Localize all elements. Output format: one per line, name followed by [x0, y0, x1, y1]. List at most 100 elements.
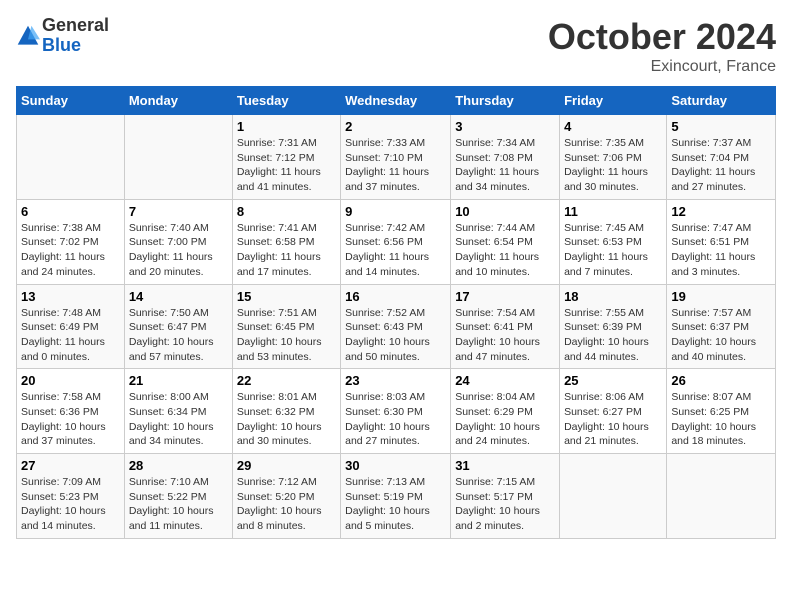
day-number: 8 — [237, 204, 336, 219]
day-info: Sunrise: 7:15 AMSunset: 5:17 PMDaylight:… — [455, 476, 540, 532]
column-header-saturday: Saturday — [667, 87, 776, 115]
day-cell: 13 Sunrise: 7:48 AMSunset: 6:49 PMDayligh… — [17, 284, 125, 369]
location: Exincourt, France — [548, 58, 776, 76]
day-info: Sunrise: 8:06 AMSunset: 6:27 PMDaylight:… — [564, 391, 649, 447]
day-number: 25 — [564, 373, 662, 388]
day-cell: 18Sunrise: 7:55 AMSunset: 6:39 PMDayligh… — [560, 284, 667, 369]
day-cell: 6 Sunrise: 7:38 AMSunset: 7:02 PMDaylight… — [17, 199, 125, 284]
column-header-monday: Monday — [124, 87, 232, 115]
day-cell — [17, 115, 125, 200]
day-cell: 25 Sunrise: 8:06 AMSunset: 6:27 PMDayligh… — [560, 369, 667, 454]
day-cell: 4Sunrise: 7:35 AMSunset: 7:06 PMDaylight… — [560, 115, 667, 200]
day-info: Sunrise: 8:03 AMSunset: 6:30 PMDaylight:… — [345, 391, 430, 447]
day-number: 6 — [21, 204, 120, 219]
logo-blue-text: Blue — [42, 36, 109, 56]
logo: General Blue — [16, 16, 109, 56]
day-number: 20 — [21, 373, 120, 388]
day-number: 4 — [564, 119, 662, 134]
day-info: Sunrise: 8:04 AMSunset: 6:29 PMDaylight:… — [455, 391, 540, 447]
day-info: Sunrise: 7:50 AMSunset: 6:47 PMDaylight:… — [129, 307, 214, 363]
day-number: 14 — [129, 289, 228, 304]
day-number: 16 — [345, 289, 446, 304]
logo-text: General Blue — [42, 16, 109, 56]
week-row-4: 20 Sunrise: 7:58 AMSunset: 6:36 PMDayligh… — [17, 369, 776, 454]
day-cell: 3Sunrise: 7:34 AMSunset: 7:08 PMDaylight… — [451, 115, 560, 200]
day-info: Sunrise: 7:13 AMSunset: 5:19 PMDaylight:… — [345, 476, 430, 532]
day-number: 22 — [237, 373, 336, 388]
day-info: Sunrise: 8:07 AMSunset: 6:25 PMDaylight:… — [671, 391, 756, 447]
day-cell: 5Sunrise: 7:37 AMSunset: 7:04 PMDaylight… — [667, 115, 776, 200]
day-cell — [560, 454, 667, 539]
day-number: 13 — [21, 289, 120, 304]
day-number: 28 — [129, 458, 228, 473]
day-info: Sunrise: 7:48 AMSunset: 6:49 PMDaylight:… — [21, 307, 105, 363]
day-cell: 9Sunrise: 7:42 AMSunset: 6:56 PMDaylight… — [341, 199, 451, 284]
day-info: Sunrise: 7:33 AMSunset: 7:10 PMDaylight:… — [345, 137, 429, 193]
day-cell: 31 Sunrise: 7:15 AMSunset: 5:17 PMDayligh… — [451, 454, 560, 539]
calendar-header-row: SundayMondayTuesdayWednesdayThursdayFrid… — [17, 87, 776, 115]
day-number: 30 — [345, 458, 446, 473]
day-cell: 11 Sunrise: 7:45 AMSunset: 6:53 PMDayligh… — [560, 199, 667, 284]
column-header-sunday: Sunday — [17, 87, 125, 115]
day-number: 26 — [671, 373, 771, 388]
day-info: Sunrise: 7:55 AMSunset: 6:39 PMDaylight:… — [564, 307, 649, 363]
day-cell: 16Sunrise: 7:52 AMSunset: 6:43 PMDayligh… — [341, 284, 451, 369]
day-cell: 2 Sunrise: 7:33 AMSunset: 7:10 PMDaylight… — [341, 115, 451, 200]
day-number: 11 — [564, 204, 662, 219]
day-info: Sunrise: 7:51 AMSunset: 6:45 PMDaylight:… — [237, 307, 322, 363]
day-info: Sunrise: 7:31 AMSunset: 7:12 PMDaylight:… — [237, 137, 321, 193]
day-cell: 27Sunrise: 7:09 AMSunset: 5:23 PMDayligh… — [17, 454, 125, 539]
day-number: 2 — [345, 119, 446, 134]
day-cell: 15 Sunrise: 7:51 AMSunset: 6:45 PMDayligh… — [232, 284, 340, 369]
day-cell: 26 Sunrise: 8:07 AMSunset: 6:25 PMDayligh… — [667, 369, 776, 454]
day-cell — [124, 115, 232, 200]
day-cell: 17 Sunrise: 7:54 AMSunset: 6:41 PMDayligh… — [451, 284, 560, 369]
day-info: Sunrise: 7:40 AMSunset: 7:00 PMDaylight:… — [129, 222, 213, 278]
day-cell: 29 Sunrise: 7:12 AMSunset: 5:20 PMDayligh… — [232, 454, 340, 539]
day-info: Sunrise: 7:54 AMSunset: 6:41 PMDaylight:… — [455, 307, 540, 363]
day-number: 17 — [455, 289, 555, 304]
day-cell: 20 Sunrise: 7:58 AMSunset: 6:36 PMDayligh… — [17, 369, 125, 454]
day-info: Sunrise: 7:44 AMSunset: 6:54 PMDaylight:… — [455, 222, 539, 278]
day-cell: 1Sunrise: 7:31 AMSunset: 7:12 PMDaylight… — [232, 115, 340, 200]
page-header: General Blue October 2024 Exincourt, Fra… — [16, 16, 776, 76]
day-info: Sunrise: 7:47 AMSunset: 6:51 PMDaylight:… — [671, 222, 755, 278]
day-number: 7 — [129, 204, 228, 219]
day-info: Sunrise: 7:45 AMSunset: 6:53 PMDaylight:… — [564, 222, 648, 278]
day-cell: 19Sunrise: 7:57 AMSunset: 6:37 PMDayligh… — [667, 284, 776, 369]
day-number: 12 — [671, 204, 771, 219]
day-info: Sunrise: 7:37 AMSunset: 7:04 PMDaylight:… — [671, 137, 755, 193]
week-row-5: 27Sunrise: 7:09 AMSunset: 5:23 PMDayligh… — [17, 454, 776, 539]
day-info: Sunrise: 7:38 AMSunset: 7:02 PMDaylight:… — [21, 222, 105, 278]
day-number: 27 — [21, 458, 120, 473]
day-cell: 23 Sunrise: 8:03 AMSunset: 6:30 PMDayligh… — [341, 369, 451, 454]
logo-general-text: General — [42, 16, 109, 36]
day-number: 23 — [345, 373, 446, 388]
day-info: Sunrise: 7:58 AMSunset: 6:36 PMDaylight:… — [21, 391, 106, 447]
day-cell: 24Sunrise: 8:04 AMSunset: 6:29 PMDayligh… — [451, 369, 560, 454]
day-number: 29 — [237, 458, 336, 473]
day-number: 31 — [455, 458, 555, 473]
logo-icon — [16, 24, 40, 48]
day-cell: 8Sunrise: 7:41 AMSunset: 6:58 PMDaylight… — [232, 199, 340, 284]
week-row-3: 13 Sunrise: 7:48 AMSunset: 6:49 PMDayligh… — [17, 284, 776, 369]
calendar-table: SundayMondayTuesdayWednesdayThursdayFrid… — [16, 86, 776, 539]
day-info: Sunrise: 7:34 AMSunset: 7:08 PMDaylight:… — [455, 137, 539, 193]
title-block: October 2024 Exincourt, France — [548, 16, 776, 76]
month-title: October 2024 — [548, 16, 776, 58]
day-cell: 12 Sunrise: 7:47 AMSunset: 6:51 PMDayligh… — [667, 199, 776, 284]
column-header-friday: Friday — [560, 87, 667, 115]
day-number: 21 — [129, 373, 228, 388]
day-cell — [667, 454, 776, 539]
day-info: Sunrise: 7:12 AMSunset: 5:20 PMDaylight:… — [237, 476, 322, 532]
column-header-thursday: Thursday — [451, 87, 560, 115]
day-info: Sunrise: 7:10 AMSunset: 5:22 PMDaylight:… — [129, 476, 214, 532]
day-info: Sunrise: 8:01 AMSunset: 6:32 PMDaylight:… — [237, 391, 322, 447]
column-header-tuesday: Tuesday — [232, 87, 340, 115]
day-cell: 22 Sunrise: 8:01 AMSunset: 6:32 PMDayligh… — [232, 369, 340, 454]
day-cell: 30 Sunrise: 7:13 AMSunset: 5:19 PMDayligh… — [341, 454, 451, 539]
day-info: Sunrise: 7:42 AMSunset: 6:56 PMDaylight:… — [345, 222, 429, 278]
week-row-1: 1Sunrise: 7:31 AMSunset: 7:12 PMDaylight… — [17, 115, 776, 200]
day-number: 15 — [237, 289, 336, 304]
column-header-wednesday: Wednesday — [341, 87, 451, 115]
